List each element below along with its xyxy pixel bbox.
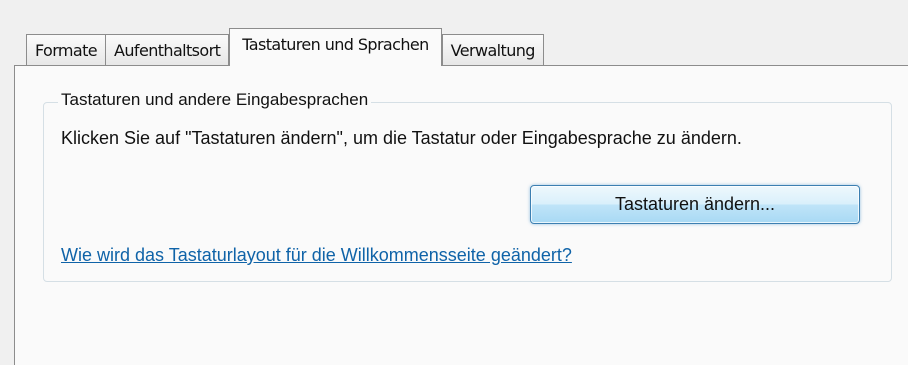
tab-strip: Formate Aufenthaltsort Tastaturen und Sp… [26,28,544,66]
tab-aufenthaltsort[interactable]: Aufenthaltsort [105,34,230,66]
group-description: Klicken Sie auf "Tastaturen ändern", um … [61,128,742,148]
keyboards-group-box: Tastaturen und andere Eingabesprachen Kl… [43,90,892,282]
change-keyboards-button[interactable]: Tastaturen ändern... [530,185,860,224]
group-title: Tastaturen und andere Eingabesprachen [58,90,372,110]
welcome-screen-layout-link[interactable]: Wie wird das Tastaturlayout für die Will… [61,245,572,266]
tab-content-panel: Tastaturen und andere Eingabesprachen Kl… [14,65,908,365]
tab-tastaturen-und-sprachen[interactable]: Tastaturen und Sprachen [229,28,442,66]
tab-verwaltung[interactable]: Verwaltung [441,34,544,66]
tab-formate[interactable]: Formate [26,34,107,66]
